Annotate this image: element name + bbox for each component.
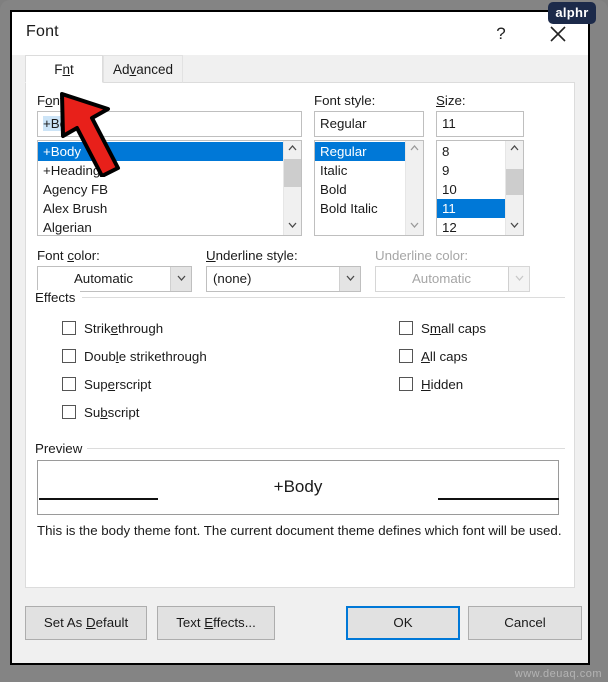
font-size-input[interactable]: 11	[436, 111, 524, 137]
list-item[interactable]: Alex Brush	[38, 199, 283, 218]
scroll-up-icon[interactable]	[506, 141, 523, 158]
font-dialog-frame: Font ? Fnt Advanced Font: +Body +Body +H…	[10, 10, 590, 665]
checkbox-box[interactable]	[399, 349, 413, 363]
font-color-combo[interactable]: Automatic	[37, 266, 192, 292]
font-size-scrollbar[interactable]	[505, 141, 523, 235]
chevron-down-icon[interactable]	[170, 267, 191, 291]
scroll-thumb[interactable]	[506, 169, 523, 195]
tab-font-accel: n	[62, 62, 70, 77]
help-button[interactable]: ?	[487, 20, 515, 48]
list-item[interactable]: Bold	[315, 180, 405, 199]
scroll-down-icon[interactable]	[284, 218, 301, 235]
checkbox-box[interactable]	[62, 349, 76, 363]
checkbox-box[interactable]	[62, 321, 76, 335]
tab-advanced[interactable]: Advanced	[103, 55, 183, 83]
font-style-list-rows: Regular Italic Bold Bold Italic	[315, 141, 405, 235]
preview-right-rule	[438, 498, 559, 500]
ok-button[interactable]: OK	[346, 606, 460, 640]
list-item[interactable]: 11	[437, 199, 505, 218]
text-effects-button[interactable]: Text Effects...	[157, 606, 275, 640]
list-item[interactable]: Italic	[315, 161, 405, 180]
font-name-listbox[interactable]: +Body +Headings Agency FB Alex Brush Alg…	[37, 140, 302, 236]
preview-left-rule	[39, 498, 158, 500]
cancel-button[interactable]: Cancel	[468, 606, 582, 640]
list-item[interactable]: 9	[437, 161, 505, 180]
checkbox-label: Superscript	[84, 377, 152, 392]
list-item[interactable]: Regular	[315, 142, 405, 161]
list-item[interactable]: Algerian	[38, 218, 283, 235]
effects-group-divider	[82, 297, 565, 298]
font-preview-text: +Body	[273, 477, 323, 496]
font-list-scrollbar[interactable]	[283, 141, 301, 235]
preview-note: This is the body theme font. The current…	[37, 523, 562, 538]
font-name-input-value: +Body	[43, 116, 82, 131]
chevron-down-icon[interactable]	[339, 267, 360, 291]
tab-font[interactable]: Fnt	[25, 55, 103, 83]
effects-group-title: Effects	[35, 290, 81, 305]
font-style-scrollbar[interactable]	[405, 141, 423, 235]
set-as-default-button[interactable]: Set As Default	[25, 606, 147, 640]
scroll-down-icon[interactable]	[506, 218, 523, 235]
font-tab-panel: Font: +Body +Body +Headings Agency FB Al…	[25, 82, 575, 588]
alphr-logo-badge: alphr	[548, 2, 596, 24]
dialog-button-bar: Set As Default Text Effects... OK Cancel	[12, 594, 588, 664]
list-item[interactable]: 8	[437, 142, 505, 161]
list-item[interactable]: Bold Italic	[315, 199, 405, 218]
tab-strip: Fnt Advanced	[12, 55, 588, 83]
scroll-up-icon[interactable]	[284, 141, 301, 158]
checkbox-label: Subscript	[84, 405, 140, 420]
tab-advanced-accel: v	[129, 62, 137, 77]
font-label: Font:	[37, 93, 68, 108]
list-item[interactable]: +Body	[38, 142, 283, 161]
dialog-title: Font	[26, 23, 59, 40]
scroll-down-icon[interactable]	[406, 218, 423, 235]
font-style-input[interactable]: Regular	[314, 111, 424, 137]
underline-style-value: (none)	[213, 271, 252, 286]
site-watermark: www.deuaq.com	[514, 668, 602, 680]
font-size-listbox[interactable]: 8 9 10 11 12	[436, 140, 524, 236]
title-bar: Font ?	[12, 12, 588, 55]
checkbox-label: Hidden	[421, 377, 464, 392]
checkbox-label: All caps	[421, 349, 468, 364]
font-color-value: Automatic	[73, 271, 134, 286]
checkbox-box[interactable]	[399, 321, 413, 335]
underline-color-combo: Automatic	[375, 266, 530, 292]
font-style-input-value: Regular	[320, 116, 367, 131]
font-color-label: Font color:	[37, 248, 100, 263]
checkbox-box[interactable]	[399, 377, 413, 391]
checkbox-label: Small caps	[421, 321, 487, 336]
preview-group-divider	[87, 448, 565, 449]
list-item[interactable]: +Headings	[38, 161, 283, 180]
font-dialog: Font ? Fnt Advanced Font: +Body +Body +H…	[12, 12, 588, 663]
font-name-input[interactable]: +Body	[37, 111, 302, 137]
font-size-label: Size:	[436, 93, 466, 108]
underline-color-label: Underline color:	[375, 248, 469, 263]
checkbox-label: Double strikethrough	[84, 349, 207, 364]
underline-style-label: Underline style:	[206, 248, 298, 263]
checkbox-label: Strikethrough	[84, 321, 164, 336]
screenshot-root: Font ? Fnt Advanced Font: +Body +Body +H…	[0, 0, 608, 682]
chevron-down-icon	[508, 267, 529, 291]
preview-group-title: Preview	[35, 441, 88, 456]
font-name-list-rows: +Body +Headings Agency FB Alex Brush Alg…	[38, 141, 283, 235]
underline-color-value: Automatic	[411, 271, 472, 286]
scroll-thumb[interactable]	[284, 159, 301, 187]
checkbox-box[interactable]	[62, 405, 76, 419]
font-size-list-rows: 8 9 10 11 12	[437, 141, 505, 235]
font-preview-box: +Body	[37, 460, 559, 515]
font-style-listbox[interactable]: Regular Italic Bold Bold Italic	[314, 140, 424, 236]
font-style-label: Font style:	[314, 93, 376, 108]
underline-style-combo[interactable]: (none)	[206, 266, 361, 292]
scroll-up-icon[interactable]	[406, 141, 423, 158]
list-item[interactable]: 10	[437, 180, 505, 199]
list-item[interactable]: Agency FB	[38, 180, 283, 199]
font-size-input-value: 11	[442, 116, 456, 131]
checkbox-box[interactable]	[62, 377, 76, 391]
list-item[interactable]: 12	[437, 218, 505, 235]
